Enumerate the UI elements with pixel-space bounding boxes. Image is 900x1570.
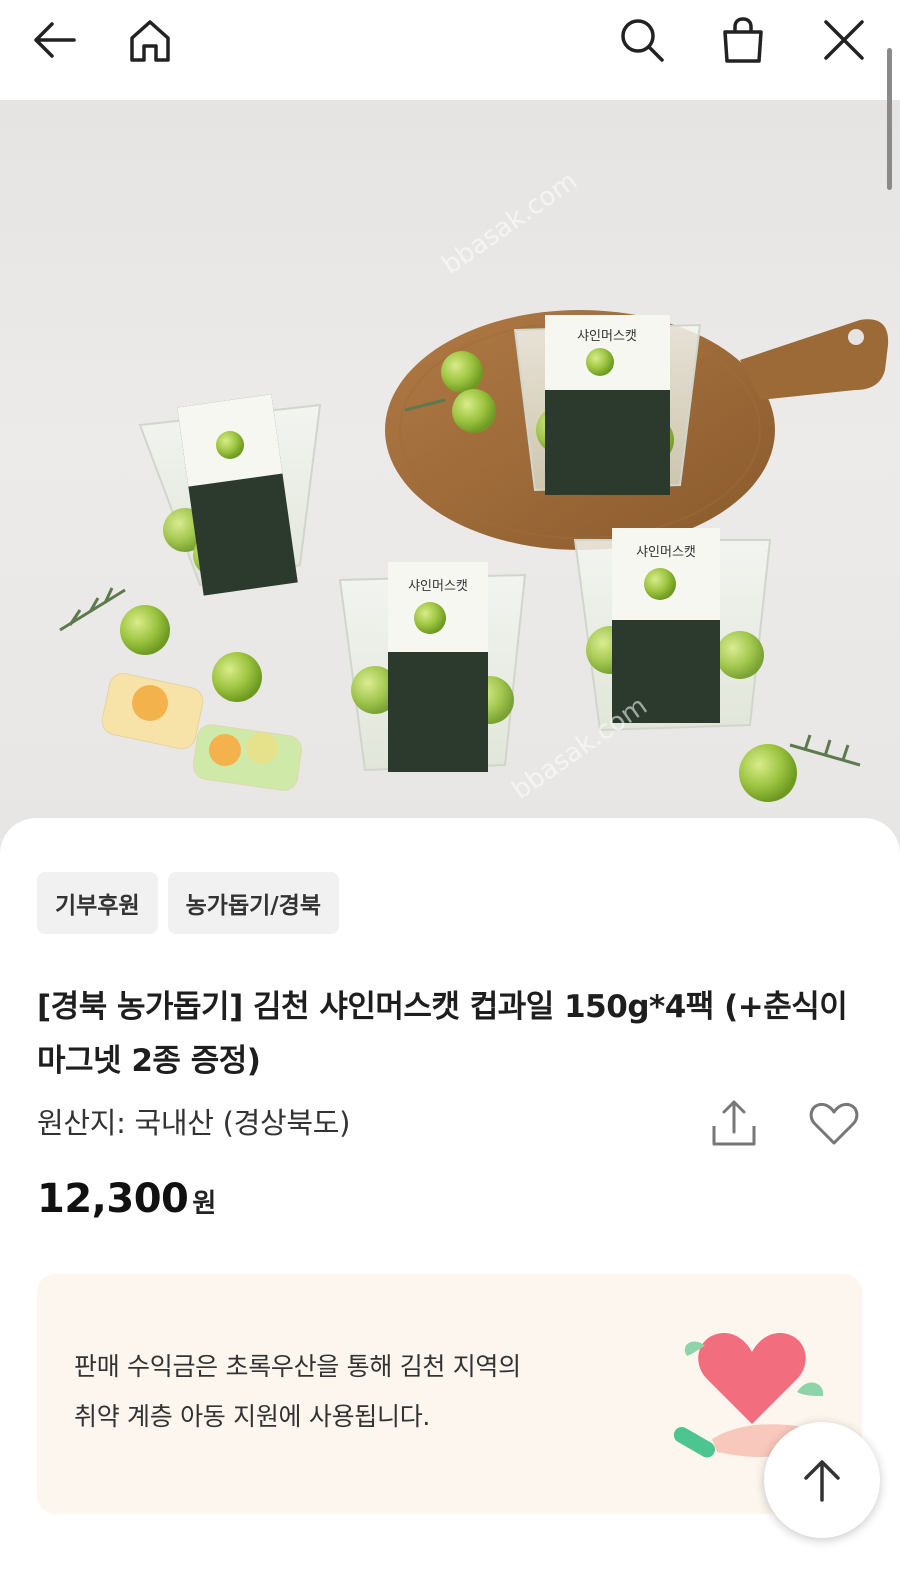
svg-text:샤인머스캣: 샤인머스캣 [577, 329, 637, 344]
share-icon [712, 1100, 756, 1146]
home-button[interactable] [120, 10, 180, 70]
grape-cup-4: 샤인머스캣 [573, 528, 772, 732]
watermark: bbasak.com [437, 166, 583, 281]
heart-outline-icon [809, 1102, 859, 1145]
donation-line-1: 판매 수익금은 초록우산을 통해 김천 지역의 [74, 1352, 521, 1381]
svg-text:샤인머스캣: 샤인머스캣 [408, 579, 468, 594]
arrow-up-icon [804, 1460, 840, 1502]
price-currency: 원 [192, 1189, 217, 1219]
donation-message: 판매 수익금은 초록우산을 통해 김천 지역의 취약 계층 아동 지원에 사용됩… [74, 1342, 634, 1442]
tag-donation[interactable]: 기부후원 [37, 872, 158, 934]
shopping-bag-icon [723, 17, 763, 63]
tag-farm-support[interactable]: 농가돕기/경북 [167, 872, 340, 934]
arrow-left-icon [34, 22, 76, 58]
back-button[interactable] [24, 10, 84, 70]
share-button[interactable] [706, 1096, 762, 1152]
product-info-sheet: 기부후원 농가돕기/경북 [경북 농가돕기] 김천 샤인머스캣 컵과일 150g… [0, 818, 900, 1570]
home-icon [130, 20, 170, 62]
search-button[interactable] [612, 10, 672, 70]
close-icon [824, 20, 864, 60]
grape-cup-1 [138, 394, 322, 596]
scroll-to-top-button[interactable] [764, 1422, 880, 1538]
tag-list: 기부후원 농가돕기/경북 [37, 872, 340, 934]
grape-cup-2: 샤인머스캣 [513, 315, 702, 495]
product-image[interactable]: 샤인머스캣 샤인머스캣 샤인머스캣 bbasak.com bbasak.com [0, 100, 900, 860]
top-navigation-bar [0, 0, 900, 100]
cart-button[interactable] [713, 10, 773, 70]
product-origin: 원산지: 국내산 (경상북도) [37, 1106, 351, 1140]
donation-line-2: 취약 계층 아동 지원에 사용됩니다. [74, 1402, 431, 1431]
scrollbar-thumb[interactable] [887, 48, 892, 190]
magnets [101, 673, 302, 791]
price-amount: 12,300 [37, 1176, 189, 1222]
product-photo: 샤인머스캣 샤인머스캣 샤인머스캣 bbasak.com bbasak.com [59, 166, 889, 806]
grape-cup-3: 샤인머스캣 [338, 562, 527, 772]
svg-text:샤인머스캣: 샤인머스캣 [636, 545, 696, 560]
product-price: 12,300 원 [37, 1176, 216, 1222]
like-button[interactable] [806, 1096, 862, 1152]
product-title: [경북 농가돕기] 김천 샤인머스캣 컵과일 150g*4팩 (+춘식이 마그넷… [37, 989, 848, 1079]
close-button[interactable] [814, 10, 874, 70]
search-icon [621, 19, 664, 62]
donation-notice: 판매 수익금은 초록우산을 통해 김천 지역의 취약 계층 아동 지원에 사용됩… [37, 1274, 862, 1514]
watermark: bbasak.com [507, 691, 653, 806]
